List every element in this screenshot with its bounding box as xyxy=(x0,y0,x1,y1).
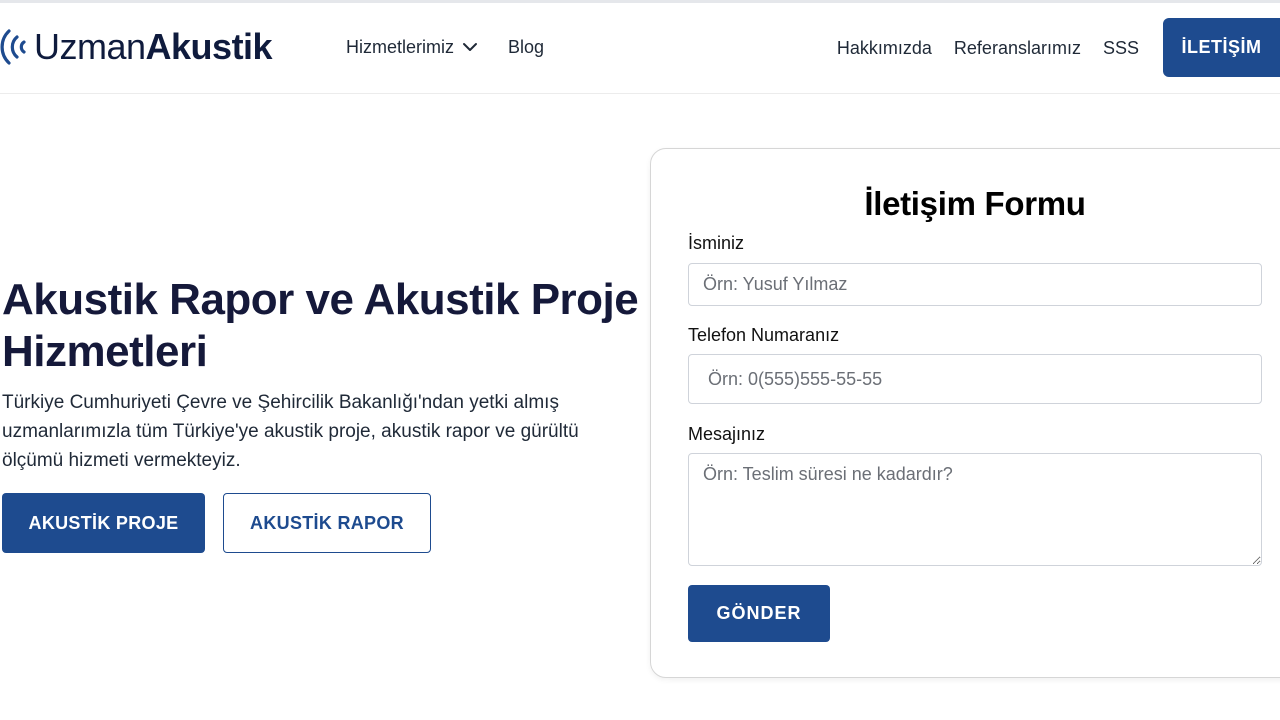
secondary-nav: Hakkımızda Referanslarımız SSS İLETİŞİM xyxy=(837,18,1280,77)
nav-item-services[interactable]: Hizmetlerimiz xyxy=(346,35,478,59)
acoustic-project-button[interactable]: AKUSTİK PROJE xyxy=(2,493,205,553)
contact-form-title: İletişim Formu xyxy=(864,185,1086,222)
submit-button[interactable]: GÖNDER xyxy=(688,585,830,642)
contact-form-card: İletişim Formu İsminiz Telefon Numaranız… xyxy=(650,148,1280,678)
message-textarea[interactable] xyxy=(688,453,1262,566)
primary-nav: Hizmetlerimiz Blog xyxy=(346,35,544,59)
hero-description: Türkiye Cumhuriyeti Çevre ve Şehircilik … xyxy=(2,392,579,471)
logo-text-light: Uzman xyxy=(34,26,146,67)
nav-item-references[interactable]: Referanslarımız xyxy=(954,36,1081,60)
logo-text-bold: Akustik xyxy=(145,26,273,67)
acoustic-report-button[interactable]: AKUSTİK RAPOR xyxy=(223,493,431,553)
nav-item-about[interactable]: Hakkımızda xyxy=(837,36,932,60)
sound-waves-icon xyxy=(0,29,26,65)
site-header: UzmanAkustik Hizmetlerimiz Blog Hakkımız… xyxy=(0,3,1280,94)
phone-label: Telefon Numaranız xyxy=(688,325,840,345)
site-logo[interactable]: UzmanAkustik xyxy=(0,25,273,69)
nav-item-blog[interactable]: Blog xyxy=(508,35,544,59)
name-input[interactable] xyxy=(688,263,1262,306)
phone-input[interactable] xyxy=(688,354,1262,404)
nav-item-faq[interactable]: SSS xyxy=(1103,36,1139,60)
contact-cta-button[interactable]: İLETİŞİM xyxy=(1163,18,1280,77)
hero-title: Akustik Rapor ve Akustik Proje Hizmetler… xyxy=(2,275,639,376)
hero-buttons: AKUSTİK PROJE AKUSTİK RAPOR xyxy=(2,493,642,553)
chevron-down-icon xyxy=(463,43,477,51)
nav-item-services-label: Hizmetlerimiz xyxy=(346,37,454,57)
message-label: Mesajınız xyxy=(688,424,766,444)
hero-section: Akustik Rapor ve Akustik Proje Hizmetler… xyxy=(2,274,642,553)
name-label: İsminiz xyxy=(688,233,745,253)
logo-text: UzmanAkustik xyxy=(34,25,273,69)
